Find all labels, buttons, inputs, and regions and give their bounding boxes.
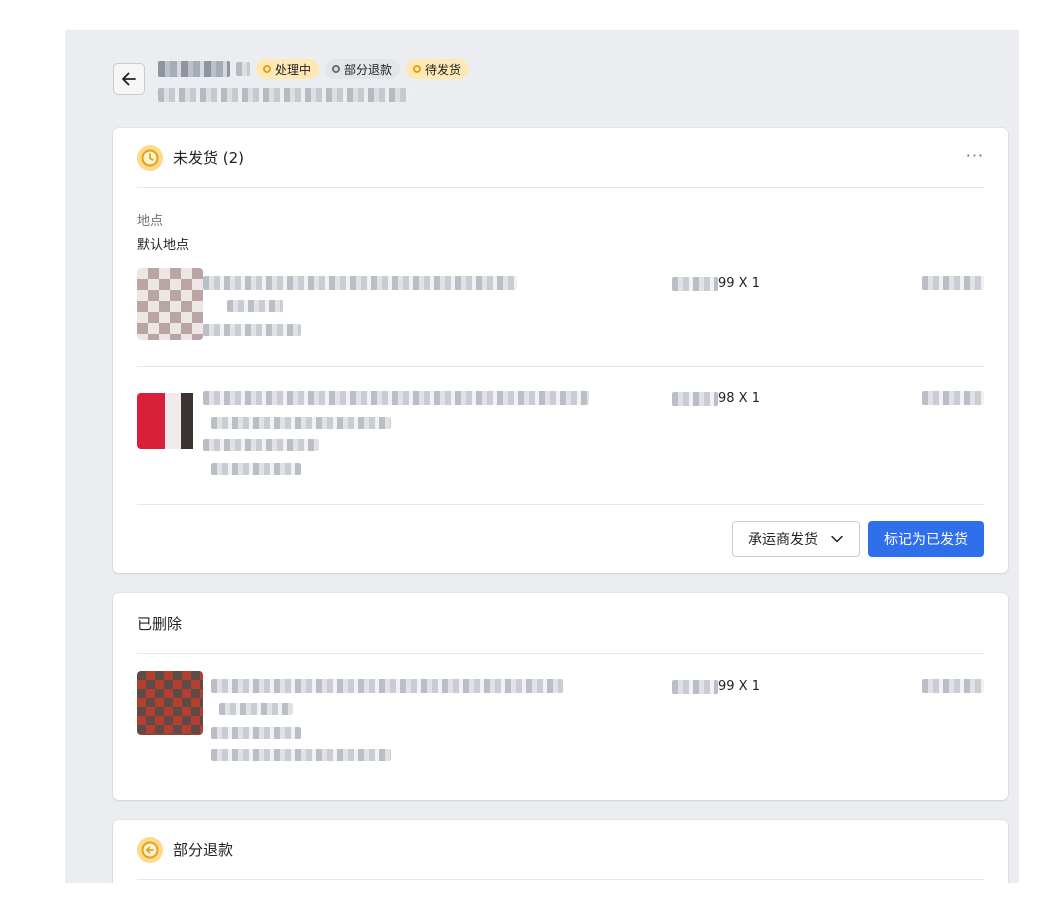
product-thumbnail[interactable]	[137, 393, 203, 449]
product-thumbnail[interactable]	[137, 268, 203, 340]
refund-card-header: 部分退款	[137, 820, 984, 880]
quantity-text: 99 X 1	[718, 679, 760, 694]
product-title-redacted[interactable]	[211, 679, 563, 693]
refund-title: 部分退款	[173, 841, 234, 859]
quantity-text: 99 X 1	[718, 276, 760, 291]
line-item: 99 X 1	[137, 671, 984, 771]
unfulfilled-card: 未发货 (2) ··· 地点 默认地点 99 X 1 98 X 1 承运商发货 …	[113, 128, 1008, 573]
status-badge-processing: 处理中	[256, 59, 320, 79]
unfulfilled-title: 未发货 (2)	[173, 149, 245, 167]
location-label: 地点	[137, 214, 164, 229]
location-value: 默认地点	[137, 238, 190, 253]
refund-card: 部分退款	[113, 820, 1008, 883]
product-title-redacted[interactable]	[203, 276, 517, 290]
product-thumbnail[interactable]	[137, 671, 203, 735]
status-badge-unfulfilled: 待发货	[406, 59, 470, 79]
carrier-ship-label: 承运商发货	[748, 532, 818, 548]
refund-arrow-icon	[137, 836, 163, 863]
status-badge-partial-refund: 部分退款	[325, 59, 401, 79]
item-total-redacted	[922, 391, 984, 405]
product-extra-redacted	[211, 749, 391, 761]
mark-as-shipped-button[interactable]: 标记为已发货	[868, 521, 984, 557]
carrier-ship-button[interactable]: 承运商发货	[732, 521, 860, 557]
badge-label: 处理中	[275, 62, 312, 77]
item-quantity: 99 X 1	[672, 679, 760, 694]
product-variant-redacted	[219, 703, 293, 715]
order-page: 处理中 部分退款 待发货 未发货 (2) ··· 地点 默认地点 99 X 1 …	[65, 30, 1019, 883]
clock-icon	[137, 144, 163, 171]
footer-divider	[137, 504, 984, 505]
product-variant-redacted	[227, 300, 283, 312]
fulfillment-actions: 承运商发货 标记为已发货	[732, 521, 984, 557]
item-quantity: 98 X 1	[672, 391, 760, 406]
removed-divider	[137, 653, 984, 654]
badge-label: 待发货	[425, 62, 462, 77]
badge-label: 部分退款	[344, 62, 393, 77]
more-actions-icon[interactable]: ···	[966, 146, 984, 165]
product-sku-redacted	[211, 727, 301, 739]
item-divider	[137, 366, 984, 367]
quantity-text: 98 X 1	[718, 391, 760, 406]
order-suffix-redacted	[236, 62, 250, 76]
item-quantity: 99 X 1	[672, 276, 760, 291]
order-date-redacted	[158, 86, 410, 104]
back-button[interactable]	[113, 63, 145, 95]
product-sku-redacted	[203, 439, 319, 451]
item-total-redacted	[922, 679, 984, 693]
item-total-redacted	[922, 276, 984, 290]
arrow-left-icon	[122, 72, 136, 86]
removed-title: 已删除	[137, 615, 183, 633]
product-variant-redacted	[211, 417, 391, 429]
product-extra-redacted	[211, 463, 301, 475]
order-number-redacted	[158, 61, 230, 77]
line-item: 99 X 1	[137, 268, 984, 342]
line-item: 98 X 1	[137, 383, 984, 483]
order-title-row: 处理中 部分退款 待发货	[158, 57, 470, 81]
chevron-down-icon	[831, 535, 843, 543]
product-title-redacted[interactable]	[203, 391, 589, 405]
removed-card: 已删除 99 X 1	[113, 593, 1008, 800]
unfulfilled-card-header: 未发货 (2) ···	[137, 128, 984, 188]
product-sku-redacted	[203, 324, 301, 336]
